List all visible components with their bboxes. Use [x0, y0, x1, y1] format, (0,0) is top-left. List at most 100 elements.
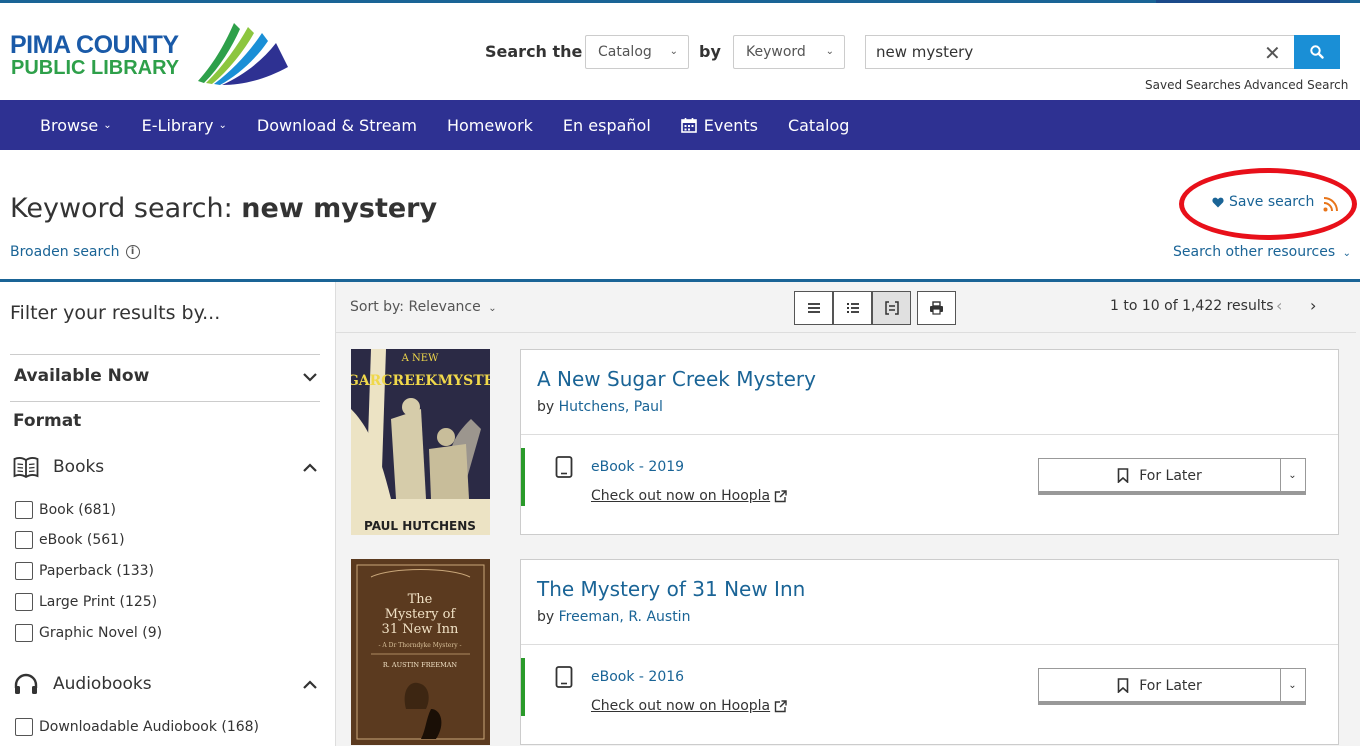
chevron-up-icon[interactable] — [302, 680, 318, 690]
broaden-search-link[interactable]: Broaden search i — [10, 244, 140, 260]
broaden-search-label: Broaden search — [10, 244, 120, 260]
chevron-down-icon: ⌄ — [825, 46, 834, 57]
result-title-link[interactable]: The Mystery of 31 New Inn — [537, 577, 805, 601]
for-later-button[interactable]: For Later — [1039, 459, 1281, 492]
checkbox[interactable] — [15, 531, 33, 549]
format-link[interactable]: eBook - 2016 — [591, 669, 684, 685]
format-heading: Format — [13, 411, 82, 431]
chevron-down-icon: ⌄ — [1288, 680, 1297, 691]
chevron-down-icon: ⌄ — [103, 119, 112, 131]
next-page-icon[interactable]: › — [1310, 296, 1316, 315]
chevron-down-icon[interactable] — [302, 372, 318, 382]
external-link-icon — [774, 489, 787, 502]
nav-events[interactable]: Events — [680, 115, 758, 135]
filter-option-book[interactable]: Book (681) — [15, 501, 116, 519]
tablet-icon — [555, 666, 573, 688]
checkout-hoopla-link[interactable]: Check out now on Hoopla — [591, 488, 787, 504]
card-divider — [521, 644, 1338, 645]
book-cover-image: A NEW SUGARCREEKMYSTERY PAUL HUTCHENS — [351, 349, 490, 535]
by-label: by — [537, 609, 555, 625]
checkbox[interactable] — [15, 624, 33, 642]
available-now-label: Available Now — [14, 366, 150, 386]
filter-option-large-print[interactable]: Large Print (125) — [15, 593, 157, 611]
print-button[interactable] — [917, 291, 956, 325]
chevron-down-icon: ⌄ — [488, 303, 497, 314]
nav-events-label: Events — [703, 115, 758, 135]
clear-search-icon[interactable]: ✕ — [1264, 41, 1281, 65]
library-logo[interactable]: PIMA COUNTY PUBLIC LIBRARY — [10, 21, 288, 87]
for-later-dropdown[interactable]: ⌄ — [1280, 459, 1305, 492]
filter-option-paperback[interactable]: Paperback (133) — [15, 562, 154, 580]
result-author: by Freeman, R. Austin — [537, 609, 690, 625]
filter-option-graphic-novel[interactable]: Graphic Novel (9) — [15, 624, 162, 642]
search-scope-select[interactable]: Catalog ⌄ — [585, 35, 689, 69]
previous-page-icon[interactable]: ‹ — [1276, 296, 1282, 315]
chevron-up-icon[interactable] — [302, 463, 318, 473]
books-group-toggle[interactable]: Books — [13, 456, 104, 478]
filter-option-ebook[interactable]: eBook (561) — [15, 531, 125, 549]
search-other-resources-link[interactable]: Search other resources ⌄ — [1173, 244, 1351, 260]
for-later-label: For Later — [1139, 467, 1202, 484]
page-title-prefix: Keyword search: — [10, 193, 233, 224]
filter-sidebar: Filter your results by... Available Now … — [0, 282, 336, 746]
external-link-icon — [774, 699, 787, 712]
view-list-button[interactable] — [833, 291, 872, 325]
highlight-annotation-circle — [1179, 168, 1357, 240]
search-field-select[interactable]: Keyword ⌄ — [733, 35, 845, 69]
open-book-icon — [13, 457, 39, 478]
author-link[interactable]: Hutchens, Paul — [559, 399, 663, 415]
cover-series: - A Dr Thorndyke Mystery - — [378, 642, 461, 649]
detail-view-icon — [884, 301, 899, 315]
nav-homework[interactable]: Homework — [447, 116, 533, 135]
bulleted-list-icon — [846, 303, 859, 313]
checkout-hoopla-link[interactable]: Check out now on Hoopla — [591, 698, 787, 714]
nav-browse[interactable]: Browse ⌄ — [40, 116, 112, 135]
result-cover[interactable]: The Mystery of 31 New Inn - A Dr Thorndy… — [351, 559, 490, 745]
book-cover-image: The Mystery of 31 New Inn - A Dr Thorndy… — [351, 559, 490, 745]
available-now-toggle[interactable]: Available Now — [14, 366, 149, 386]
nav-browse-label: Browse — [40, 115, 99, 135]
info-icon[interactable]: i — [125, 245, 140, 259]
search-query-text: new mystery — [876, 43, 974, 61]
nav-catalog[interactable]: Catalog — [788, 116, 849, 135]
site-header: PIMA COUNTY PUBLIC LIBRARY Search the Ca… — [0, 3, 1360, 100]
nav-homework-label: Homework — [446, 115, 533, 135]
cover-title-line: A NEW — [401, 353, 439, 364]
sort-label: Sort by: Relevance — [350, 299, 481, 315]
audiobooks-group-toggle[interactable]: Audiobooks — [13, 673, 152, 695]
result-cover[interactable]: A NEW SUGARCREEKMYSTERY PAUL HUTCHENS — [351, 349, 490, 535]
view-detailed-button[interactable] — [872, 291, 911, 325]
nav-download-stream[interactable]: Download & Stream — [257, 116, 417, 135]
sidebar-divider — [10, 401, 320, 402]
author-link[interactable]: Freeman, R. Austin — [559, 609, 691, 625]
nav-en-espanol[interactable]: En español — [563, 116, 651, 135]
by-label: by — [699, 42, 721, 61]
results-count: 1 to 10 of 1,422 results — [1110, 298, 1274, 314]
card-divider — [521, 434, 1338, 435]
for-later-button[interactable]: For Later — [1039, 669, 1281, 702]
checkbox[interactable] — [15, 593, 33, 611]
search-field-value: Keyword — [746, 44, 806, 60]
nav-e-library[interactable]: E-Library ⌄ — [142, 116, 227, 135]
other-resources-label: Search other resources — [1173, 244, 1336, 260]
chevron-down-icon: ⌄ — [218, 119, 227, 131]
saved-searches-link[interactable]: Saved Searches — [1145, 78, 1241, 92]
list-icon — [807, 303, 820, 313]
checkbox[interactable] — [15, 718, 33, 736]
checkbox[interactable] — [15, 562, 33, 580]
page-title: Keyword search: new mystery — [10, 193, 437, 224]
sort-select[interactable]: Sort by: Relevance ⌄ — [350, 299, 497, 315]
search-input[interactable]: new mystery — [865, 35, 1295, 69]
advanced-search-link[interactable]: Advanced Search — [1244, 78, 1348, 92]
format-link[interactable]: eBook - 2019 — [591, 459, 684, 475]
by-label: by — [537, 399, 555, 415]
search-scope-value: Catalog — [598, 44, 652, 60]
filter-option-downloadable-audiobook[interactable]: Downloadable Audiobook (168) — [15, 718, 259, 736]
audiobooks-label: Audiobooks — [53, 674, 152, 694]
search-button[interactable] — [1294, 35, 1340, 69]
result-title-link[interactable]: A New Sugar Creek Mystery — [537, 367, 816, 391]
for-later-dropdown[interactable]: ⌄ — [1280, 669, 1305, 702]
view-compact-button[interactable] — [794, 291, 833, 325]
checkbox[interactable] — [15, 501, 33, 519]
filter-option-label: Paperback (133) — [39, 563, 155, 579]
